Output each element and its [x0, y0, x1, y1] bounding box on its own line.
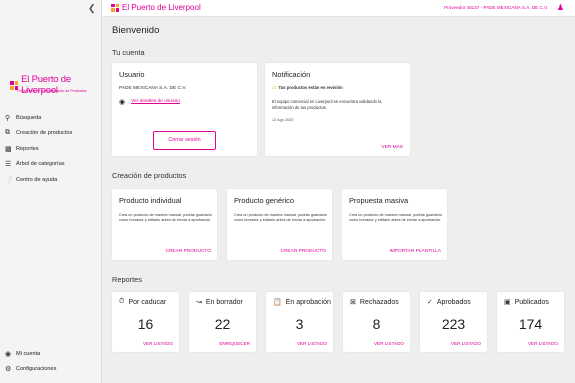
- notification-headline-row: ⚠ Tus productos están en revisión: [272, 85, 343, 91]
- search-icon: ⚲: [5, 114, 11, 122]
- section-title-creation: Creación de productos: [112, 171, 187, 180]
- logout-button[interactable]: Cerrar sesión: [153, 131, 216, 150]
- report-count: 174: [518, 316, 543, 332]
- creation-card-title: Producto genérico: [234, 196, 294, 205]
- report-card-aprobados[interactable]: ✓ Aprobados 223 VER LISTADO: [420, 292, 487, 352]
- view-list-button[interactable]: VER LISTADO: [143, 341, 173, 346]
- report-count: 8: [372, 316, 381, 332]
- report-card-en-borrador[interactable]: ↝ En borrador 22 ENRIQUECER: [189, 292, 256, 352]
- sidebar-item-reportes[interactable]: ▩ Reportes: [5, 143, 72, 154]
- sidebar-bottom-nav: ◉ Mi cuenta ⚙ Configuraciones: [5, 348, 56, 379]
- report-card-title: ⊠ Rechazados: [350, 298, 399, 307]
- logo-mark-icon: [111, 3, 119, 12]
- import-template-button[interactable]: IMPORTAR PLANTILLA: [389, 249, 441, 254]
- report-title-text: Por caducar: [128, 298, 167, 306]
- provider-label: Proveedor 48147 - PADE MEXICANA S.A. DE …: [444, 5, 548, 10]
- report-icon: ▩: [5, 145, 12, 153]
- account-circle-icon: ◉: [119, 99, 126, 106]
- topbar-brand-name: El Puerto de Liverpool: [122, 3, 201, 12]
- creation-card-title: Propuesta masiva: [349, 196, 409, 205]
- company-name: PADE MEXICANA S.A. DE C.V.: [119, 86, 187, 91]
- sidebar-item-ayuda[interactable]: ❔ Centro de ayuda: [5, 174, 72, 185]
- sidebar-item-label: Configuraciones: [16, 366, 57, 372]
- brand-subtitle: Plataforma de Administración de Producto…: [17, 89, 87, 93]
- report-card-title: 📋 En aprobación: [273, 298, 331, 307]
- notification-body: El equipo comercial en Liverpool se encu…: [272, 99, 382, 110]
- sidebar-item-label: Reportes: [16, 145, 39, 152]
- library-add-icon: ⧉: [5, 129, 10, 136]
- page-title: Bienvenido: [112, 25, 160, 36]
- report-card-title: ✓ Aprobados: [427, 298, 471, 307]
- view-list-button[interactable]: VER LISTADO: [451, 341, 481, 346]
- notification-headline: Tus productos están en revisión: [278, 85, 343, 90]
- report-count: 22: [214, 316, 231, 332]
- sidebar-item-configuraciones[interactable]: ⚙ Configuraciones: [5, 364, 56, 375]
- sidebar-nav: ⚲ Búsqueda ⧉ Creación de productos ▩ Rep…: [5, 112, 72, 190]
- report-title-text: Aprobados: [436, 298, 471, 306]
- report-count: 223: [441, 316, 466, 332]
- user-details-link[interactable]: Ver detalles de usuario: [131, 99, 180, 105]
- sidebar: ❮ El Puerto de Liverpool Plataforma de A…: [0, 0, 102, 383]
- user-details-row: ◉ Ver detalles de usuario: [119, 98, 180, 106]
- section-title-account: Tu cuenta: [112, 48, 145, 57]
- sidebar-item-label: Centro de ayuda: [16, 176, 58, 183]
- notification-title: Notificación: [272, 70, 311, 79]
- creation-card-individual: Producto individual Crea un producto de …: [112, 189, 217, 260]
- creation-card-desc: Crea un producto de manera manual, podrá…: [119, 213, 212, 222]
- creation-card-desc: Crea un producto de manera manual, podrá…: [349, 213, 442, 222]
- user-icon[interactable]: ♟: [557, 3, 564, 12]
- user-card-title: Usuario: [119, 70, 145, 79]
- chevron-left-icon[interactable]: ❮: [88, 3, 96, 14]
- view-list-button[interactable]: VER LISTADO: [374, 341, 404, 346]
- report-title-text: En borrador: [205, 298, 243, 306]
- clipboard-clock-icon: 📋: [273, 299, 282, 306]
- stopwatch-icon: ⏱: [119, 298, 125, 305]
- report-card-por-caducar[interactable]: ⏱ Por caducar 16 VER LISTADO: [112, 292, 179, 352]
- report-card-rechazados[interactable]: ⊠ Rechazados 8 VER LISTADO: [343, 292, 410, 352]
- create-product-button[interactable]: CREAR PRODUCTO: [281, 249, 327, 254]
- report-card-title: ↝ En borrador: [196, 298, 243, 307]
- report-count: 16: [137, 316, 154, 332]
- report-title-text: Publicados: [514, 298, 549, 306]
- creation-card-desc: Crea un producto de manera manual, podrá…: [234, 213, 327, 222]
- x-box-icon: ⊠: [350, 299, 356, 306]
- view-list-button[interactable]: VER LISTADO: [528, 341, 558, 346]
- report-count: 3: [295, 316, 304, 332]
- sidebar-item-label: Árbol de categorías: [16, 161, 65, 167]
- top-bar: El Puerto de Liverpool Proveedor 48147 -…: [102, 0, 575, 17]
- report-card-publicados[interactable]: ▣ Publicados 174 VER LISTADO: [497, 292, 564, 352]
- report-card-title: ⏱ Por caducar: [119, 298, 166, 306]
- account-icon: ◉: [5, 350, 12, 358]
- see-more-button[interactable]: VER MÁS: [381, 145, 403, 150]
- report-card-en-aprobacion[interactable]: 📋 En aprobación 3 VER LISTADO: [266, 292, 333, 352]
- sidebar-item-label: Mi cuenta: [16, 350, 41, 357]
- section-title-reports: Reportes: [112, 275, 142, 284]
- warning-icon: ⚠: [272, 85, 277, 91]
- creation-card-title: Producto individual: [119, 196, 182, 205]
- report-title-text: Rechazados: [359, 298, 399, 306]
- window-icon: ▣: [504, 299, 511, 306]
- sidebar-item-creacion[interactable]: ⧉ Creación de productos: [5, 128, 72, 139]
- notification-card: Notificación ⚠ Tus productos están en re…: [265, 63, 410, 156]
- sidebar-item-label: Creación de productos: [16, 130, 73, 136]
- sidebar-item-busqueda[interactable]: ⚲ Búsqueda: [5, 112, 72, 123]
- create-product-button[interactable]: CREAR PRODUCTO: [166, 249, 212, 254]
- report-title-text: En aprobación: [285, 298, 331, 306]
- trending-icon: ↝: [196, 299, 202, 306]
- view-list-button[interactable]: VER LISTADO: [297, 341, 327, 346]
- topbar-logo[interactable]: El Puerto de Liverpool: [111, 3, 201, 12]
- report-card-title: ▣ Publicados: [504, 298, 549, 307]
- sidebar-item-label: Búsqueda: [16, 114, 42, 121]
- notification-date: 12 Ago 2020: [272, 118, 294, 122]
- tree-icon: ☰: [5, 161, 12, 168]
- help-icon: ❔: [5, 176, 14, 184]
- creation-card-generic: Producto genérico Crea un producto de ma…: [227, 189, 332, 260]
- sidebar-item-mi-cuenta[interactable]: ◉ Mi cuenta: [5, 348, 56, 359]
- enrich-button[interactable]: ENRIQUECER: [219, 341, 250, 346]
- check-circle-icon: ✓: [427, 299, 433, 306]
- gear-icon: ⚙: [5, 366, 12, 373]
- sidebar-item-arbol[interactable]: ☰ Árbol de categorías: [5, 159, 72, 170]
- user-card: Usuario PADE MEXICANA S.A. DE C.V. ◉ Ver…: [112, 63, 257, 156]
- creation-card-bulk: Propuesta masiva Crea un producto de man…: [342, 189, 447, 260]
